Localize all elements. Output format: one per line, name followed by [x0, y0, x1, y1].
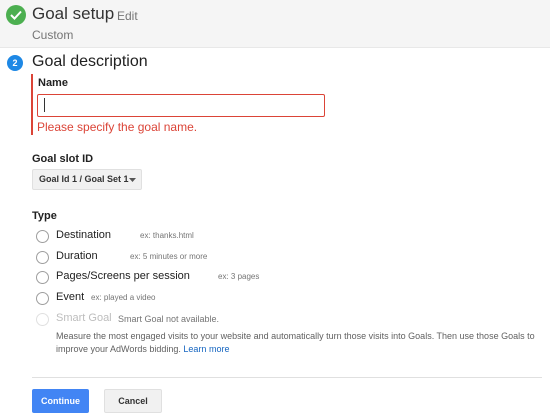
radio-button[interactable]	[36, 251, 49, 264]
type-option-label: Event	[56, 291, 85, 303]
type-option-example: ex: played a video	[91, 293, 156, 302]
name-error-message: Please specify the goal name.	[37, 120, 198, 134]
radio-button[interactable]	[36, 292, 49, 305]
cancel-button[interactable]: Cancel	[104, 389, 162, 413]
radio-button[interactable]	[36, 271, 49, 284]
goal-slot-dropdown[interactable]: Goal Id 1 / Goal Set 1	[32, 169, 142, 190]
smart-goal-description-text: Measure the most engaged visits to your …	[56, 331, 535, 354]
divider	[32, 377, 542, 378]
type-label: Type	[32, 210, 57, 222]
smart-goal-description: Measure the most engaged visits to your …	[56, 330, 536, 356]
type-option-label: Smart Goal	[56, 312, 112, 324]
continue-button[interactable]: Continue	[32, 389, 89, 413]
type-option-example: ex: 3 pages	[218, 272, 260, 281]
goal-description-title: Goal description	[32, 53, 148, 70]
check-icon	[6, 5, 26, 25]
smart-goal-unavailable-note: Smart Goal not available.	[118, 314, 220, 324]
error-indicator-bar	[31, 74, 33, 135]
goal-slot-selected-value: Goal Id 1 / Goal Set 1	[39, 174, 129, 184]
edit-link[interactable]: Edit	[117, 9, 138, 23]
learn-more-link[interactable]: Learn more	[183, 344, 229, 354]
type-option-example: ex: 5 minutes or more	[130, 252, 208, 261]
step-number-badge: 2	[7, 55, 23, 71]
goal-name-input[interactable]	[37, 94, 325, 117]
type-option-example: ex: thanks.html	[140, 231, 194, 240]
goal-setup-header: Goal setup Edit Custom	[0, 0, 550, 48]
name-label: Name	[38, 77, 68, 89]
goal-setup-title: Goal setup	[32, 4, 115, 23]
type-option-label: Duration	[56, 250, 98, 262]
type-option-label: Destination	[56, 229, 112, 241]
radio-button	[36, 313, 49, 326]
radio-button[interactable]	[36, 230, 49, 243]
text-caret	[44, 98, 45, 112]
goal-setup-subtitle: Custom	[32, 28, 74, 42]
goal-slot-label: Goal slot ID	[32, 153, 94, 165]
type-option-label: Pages/Screens per session	[56, 270, 190, 282]
chevron-down-icon	[129, 178, 136, 182]
